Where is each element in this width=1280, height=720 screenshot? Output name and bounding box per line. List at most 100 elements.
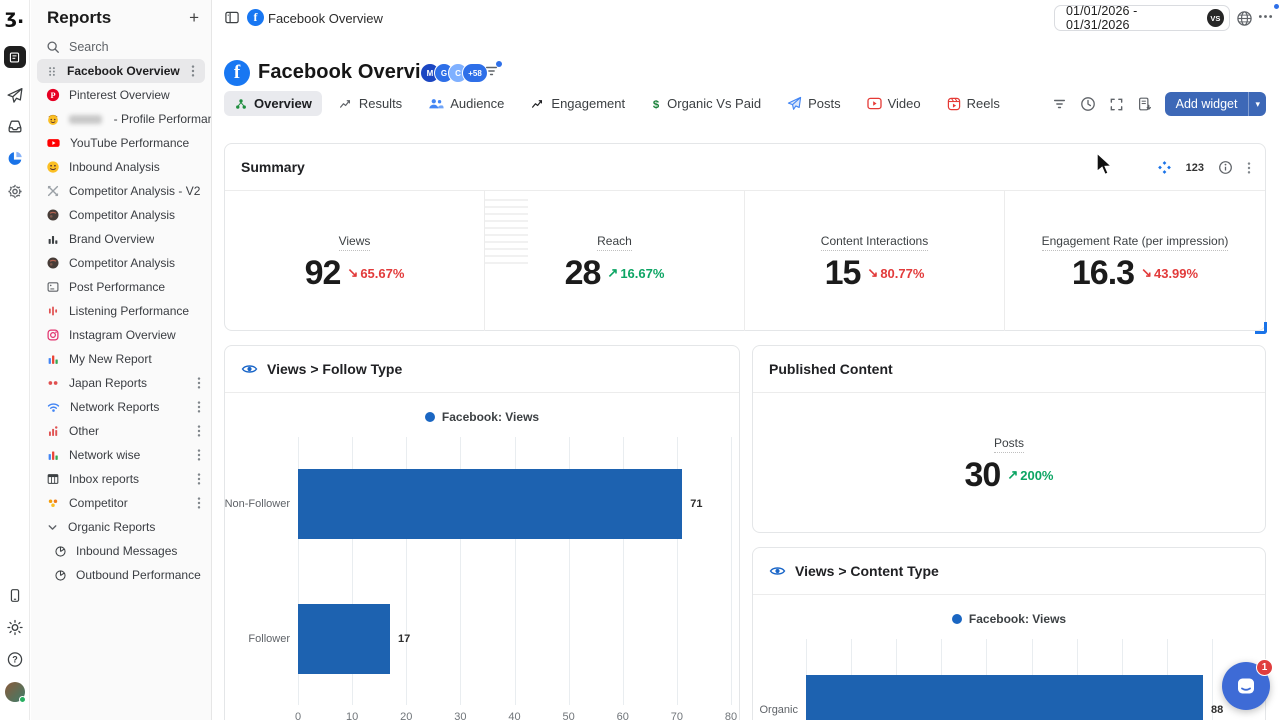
- sidebar-item-organic-reports-19[interactable]: Organic Reports: [31, 515, 211, 539]
- info-icon[interactable]: [1218, 160, 1233, 175]
- sidebar-item-youtube-performance-3[interactable]: YouTube Performance: [31, 131, 211, 155]
- post-card-icon: [46, 280, 60, 294]
- compose-rail-button[interactable]: [4, 46, 26, 68]
- fullscreen-icon[interactable]: [1109, 97, 1124, 112]
- sidebar-item-network-reports-14[interactable]: Network Reports: [31, 395, 211, 419]
- metric-posts: Posts30↗200%: [965, 434, 1054, 492]
- item-menu-icon[interactable]: [197, 448, 201, 462]
- tab-label: Engagement: [551, 96, 625, 111]
- more-options-icon[interactable]: [1258, 14, 1273, 19]
- export-icon[interactable]: [1137, 96, 1152, 112]
- sidebar-item-competitor-18[interactable]: Competitor: [31, 491, 211, 515]
- add-widget-chevron[interactable]: ▾: [1248, 92, 1266, 116]
- metric-engagement-rate-per-impression: Engagement Rate (per impression)16.3↘43.…: [1042, 232, 1229, 290]
- sidebar-item-label: Facebook Overview: [67, 64, 180, 78]
- category-label: Organic: [754, 704, 798, 716]
- sidebar-item-competitor-analysis-v2-5[interactable]: Competitor Analysis - V2: [31, 179, 211, 203]
- mobile-rail-button[interactable]: [7, 587, 22, 604]
- arrow-down-icon: ↘: [347, 265, 358, 281]
- item-menu-icon[interactable]: [191, 64, 195, 78]
- sidebar-toggle-icon[interactable]: [224, 10, 240, 25]
- content-type-title: Views > Content Type: [795, 563, 939, 579]
- schedule-icon[interactable]: [1080, 96, 1096, 112]
- tab-overview[interactable]: Overview: [224, 91, 322, 116]
- theme-rail-button[interactable]: [6, 619, 23, 636]
- sidebar-item-my-new-report-12[interactable]: My New Report: [31, 347, 211, 371]
- widget-resize-handle[interactable]: [1255, 322, 1267, 334]
- equalizer-icon: [46, 304, 60, 318]
- content-type-chart[interactable]: 88Organic: [806, 639, 1256, 720]
- sidebar-item-post-performance-9[interactable]: Post Performance: [31, 275, 211, 299]
- x-tick-label: 50: [563, 711, 575, 720]
- sidebar-item-competitor-analysis-8[interactable]: Competitor Analysis: [31, 251, 211, 275]
- user-avatar[interactable]: [5, 682, 25, 702]
- profile-avatar-group[interactable]: MGC+58: [420, 63, 488, 83]
- reports-rail-button[interactable]: [6, 150, 23, 167]
- inbox-rail-button[interactable]: [6, 118, 23, 135]
- sidebar-item-inbound-messages-20[interactable]: Inbound Messages: [31, 539, 211, 563]
- item-menu-icon[interactable]: [197, 400, 201, 414]
- sidebar-item-instagram-overview-11[interactable]: Instagram Overview: [31, 323, 211, 347]
- sidebar-item-outbound-performance-21[interactable]: Outbound Performance: [31, 563, 211, 587]
- svg-text:?: ?: [12, 655, 18, 665]
- tab-reels[interactable]: Reels: [937, 91, 1010, 116]
- delta-value: 16.67%: [620, 266, 664, 281]
- add-report-button[interactable]: +: [189, 8, 199, 28]
- sidebar-search[interactable]: Search: [31, 35, 211, 59]
- tab-organic-vs-paid[interactable]: $Organic Vs Paid: [641, 91, 771, 116]
- sidebar-item-inbound-analysis-4[interactable]: Inbound Analysis: [31, 155, 211, 179]
- sidebar-item-brand-overview-7[interactable]: Brand Overview: [31, 227, 211, 251]
- tab-posts[interactable]: Posts: [777, 91, 851, 116]
- widget-toolbar: Add widget ▾: [1052, 92, 1266, 116]
- item-menu-icon[interactable]: [197, 424, 201, 438]
- item-menu-icon[interactable]: [197, 376, 201, 390]
- tab-audience[interactable]: Audience: [418, 91, 514, 116]
- header-filter-button[interactable]: [484, 64, 499, 83]
- bar-value-label: 88: [1211, 704, 1223, 716]
- published-content-header: Published Content: [753, 346, 1265, 393]
- date-range-value: 01/01/2026 - 01/31/2026: [1066, 4, 1199, 32]
- sidebar-item-other-15[interactable]: Other: [31, 419, 211, 443]
- sidebar-item-inbox-reports-17[interactable]: Inbox reports: [31, 467, 211, 491]
- bar-follower[interactable]: [298, 604, 390, 674]
- summary-metric-cell: Content Interactions15↘80.77%: [745, 191, 1005, 331]
- tab-video[interactable]: Video: [857, 91, 931, 116]
- widget-menu-icon[interactable]: [1247, 161, 1251, 175]
- sidebar-item-listening-performance-10[interactable]: Listening Performance: [31, 299, 211, 323]
- publish-rail-button[interactable]: [6, 87, 23, 104]
- sidebar-report-list: Facebook Overview PPinterest Overview- Pr…: [31, 59, 211, 587]
- item-menu-icon[interactable]: [197, 472, 201, 486]
- sidebar-item-profile-performance-2[interactable]: - Profile Performance: [31, 107, 211, 131]
- item-menu-icon[interactable]: [197, 496, 201, 510]
- metric-value: 15: [825, 256, 861, 290]
- tab-engagement[interactable]: Engagement: [520, 91, 635, 116]
- sidebar-item-label: Listening Performance: [69, 304, 189, 318]
- arrow-up-icon: ↗: [1007, 467, 1018, 483]
- topbar: f Facebook Overview 01/01/2026 - 01/31/2…: [212, 0, 1280, 36]
- app-root: ʒ. ? Reports + Search Facebook OverviewP…: [0, 0, 1280, 720]
- tab-results[interactable]: Results: [328, 91, 412, 116]
- delta-value: 43.99%: [1154, 266, 1198, 281]
- sidebar-item-competitor-analysis-6[interactable]: Competitor Analysis: [31, 203, 211, 227]
- sidebar-item-network-wise-16[interactable]: Network wise: [31, 443, 211, 467]
- bar-non-follower[interactable]: [298, 469, 682, 539]
- date-range-picker[interactable]: 01/01/2026 - 01/31/2026 VS: [1054, 5, 1230, 31]
- timezone-globe-icon[interactable]: [1236, 10, 1253, 27]
- add-widget-button[interactable]: Add widget ▾: [1165, 92, 1266, 116]
- help-rail-button[interactable]: ?: [6, 651, 23, 668]
- icon-rail: ʒ. ?: [0, 0, 30, 720]
- chat-launcher-button[interactable]: 1: [1222, 662, 1270, 710]
- metric-delta: ↗16.67%: [607, 265, 664, 281]
- follow-type-chart[interactable]: 0102030405060708071Non-Follower17Followe…: [298, 437, 731, 707]
- settings-rail-button[interactable]: [6, 183, 23, 200]
- sidebar-item-facebook-overview[interactable]: Facebook Overview: [37, 59, 205, 83]
- chat-bubble-icon: [1234, 674, 1258, 698]
- move-widget-icon[interactable]: [1157, 160, 1172, 175]
- chart-red-icon: [46, 424, 60, 438]
- filter-icon[interactable]: [1052, 97, 1067, 111]
- bar-organic[interactable]: [806, 675, 1203, 720]
- legend-dot: [952, 614, 962, 624]
- sidebar-item-pinterest-overview-1[interactable]: PPinterest Overview: [31, 83, 211, 107]
- globe-dark-icon: [46, 256, 60, 270]
- sidebar-item-japan-reports-13[interactable]: Japan Reports: [31, 371, 211, 395]
